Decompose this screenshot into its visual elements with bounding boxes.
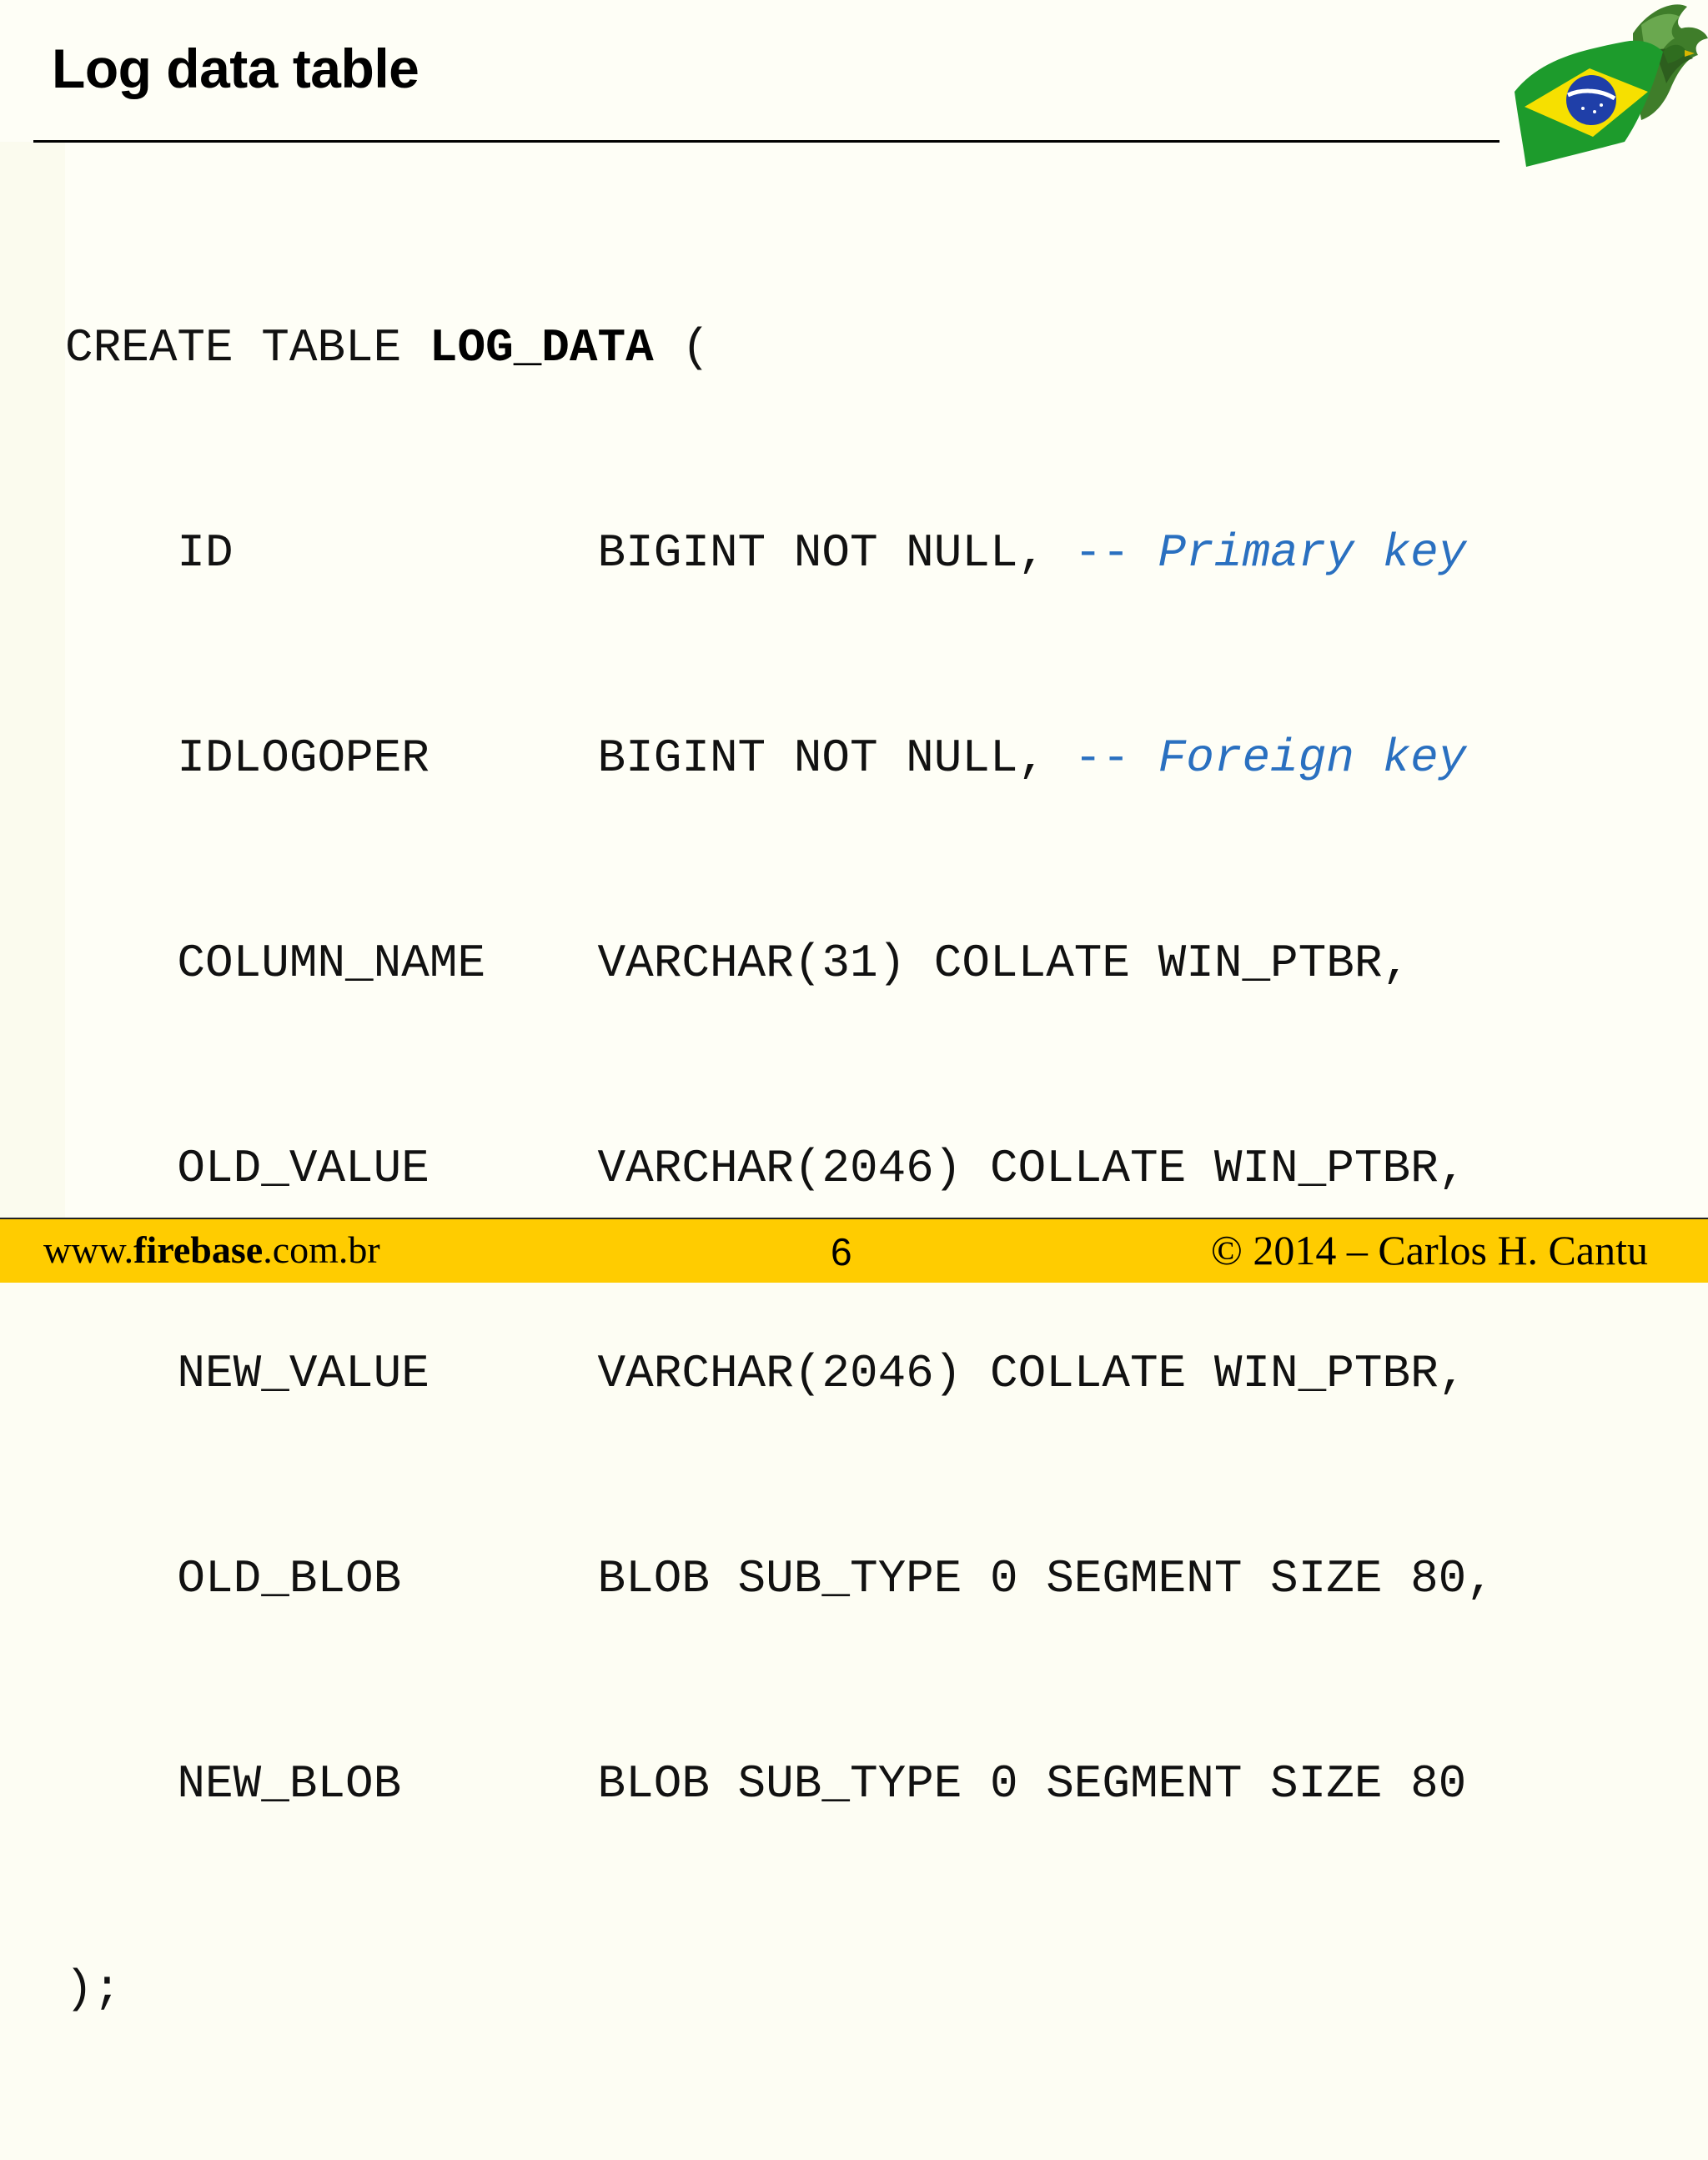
code-line-idlogoper: IDLOGOPER BIGINT NOT NULL, -- Foreign ke… [65, 724, 1494, 792]
code-line-id: ID BIGINT NOT NULL, -- Primary key [65, 519, 1494, 587]
url-brand: firebase [133, 1228, 264, 1271]
code-keyword: CREATE TABLE [65, 321, 430, 374]
brazil-flag-eagle-icon [1508, 0, 1708, 171]
column-type: VARCHAR(2046) COLLATE WIN_PTBR, [597, 1347, 1467, 1400]
code-comment: -- Primary key [1074, 526, 1467, 580]
copyright-notice: © 2014 – Carlos H. Cantu [1210, 1227, 1648, 1273]
column-type: VARCHAR(31) COLLATE WIN_PTBR, [597, 937, 1411, 990]
sql-code-block: CREATE TABLE LOG_DATA ( ID BIGINT NOT NU… [65, 177, 1494, 2160]
code-line-old-value: OLD_VALUE VARCHAR(2046) COLLATE WIN_PTBR… [65, 1134, 1494, 1203]
column-name: NEW_BLOB [177, 1757, 402, 1811]
code-line-new-blob: NEW_BLOB BLOB SUB_TYPE 0 SEGMENT SIZE 80 [65, 1750, 1494, 1818]
comment-dash: -- [1073, 526, 1158, 580]
code-line-create: CREATE TABLE LOG_DATA ( [65, 314, 1494, 382]
page-number: 6 [831, 1230, 852, 1273]
column-name: ID [177, 526, 234, 580]
code-comment: -- Foreign key [1074, 731, 1467, 785]
column-name: IDLOGOPER [177, 731, 430, 785]
footer-bar: www.firebase.com.br 6 © 2014 – Carlos H.… [0, 1218, 1708, 1283]
column-type: BLOB SUB_TYPE 0 SEGMENT SIZE 80 [597, 1757, 1467, 1811]
column-type: BLOB SUB_TYPE 0 SEGMENT SIZE 80, [597, 1552, 1494, 1605]
left-margin-strip [0, 142, 65, 1218]
column-name: OLD_BLOB [177, 1552, 402, 1605]
column-name: COLUMN_NAME [177, 937, 486, 990]
code-line-new-value: NEW_VALUE VARCHAR(2046) COLLATE WIN_PTBR… [65, 1339, 1494, 1408]
footer-website-link[interactable]: www.firebase.com.br [43, 1228, 380, 1272]
slide: Log data table CREATE TABLE LOG_DATA ( I… [0, 0, 1708, 2016]
code-table-name: LOG_DATA [429, 321, 654, 374]
column-name: OLD_VALUE [177, 1142, 430, 1195]
comment-text: Foreign key [1158, 731, 1467, 785]
code-line-old-blob: OLD_BLOB BLOB SUB_TYPE 0 SEGMENT SIZE 80… [65, 1545, 1494, 1613]
column-type: VARCHAR(2046) COLLATE WIN_PTBR, [597, 1142, 1467, 1195]
url-suffix: .com.br [263, 1228, 380, 1271]
column-type: BIGINT NOT NULL, [597, 731, 1074, 785]
title-divider [33, 140, 1500, 143]
url-prefix: www. [43, 1228, 134, 1271]
code-close-paren: ); [65, 1962, 122, 2016]
slide-title: Log data table [52, 38, 419, 99]
code-line-column-name: COLUMN_NAME VARCHAR(31) COLLATE WIN_PTBR… [65, 929, 1494, 997]
comment-text: Primary key [1158, 526, 1467, 580]
column-name: NEW_VALUE [177, 1347, 430, 1400]
column-type: BIGINT NOT NULL, [597, 526, 1074, 580]
comment-dash: -- [1073, 731, 1158, 785]
code-paren: ( [653, 321, 710, 374]
code-line-close: ); [65, 1955, 1494, 2023]
